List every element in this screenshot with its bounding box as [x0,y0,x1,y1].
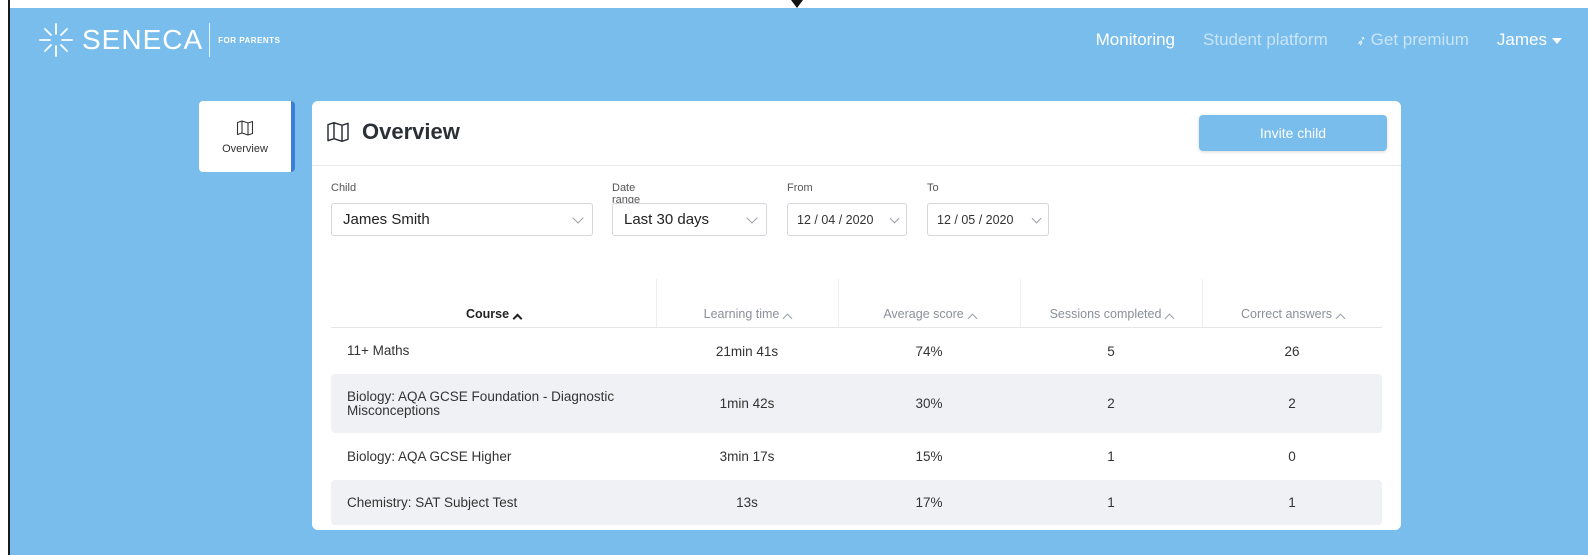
nav-get-premium[interactable]: ➶ Get premium [1353,30,1469,50]
from-label: From [787,182,813,194]
date-range-select[interactable]: Last 30 days [612,203,767,236]
course-cell: 11+ Maths [347,343,410,358]
brand[interactable]: SENECA FOR PARENTS [38,22,280,58]
rocket-icon: ➶ [1353,31,1369,50]
child-select[interactable]: James Smith [331,203,593,236]
user-menu[interactable]: James [1497,30,1562,50]
correct-answers-cell: 2 [1288,396,1296,411]
sessions-cell: 1 [1107,495,1115,510]
average-score-cell: 17% [915,495,943,510]
invite-child-button[interactable]: Invite child [1199,115,1387,151]
course-cell: Biology: AQA GCSE Higher [347,448,512,464]
child-value: James Smith [343,211,430,228]
column-header-label: Learning time [703,307,780,321]
sidebar-item-overview[interactable]: Overview [199,101,295,172]
sort-up-icon [782,313,793,324]
column-header-label: Course [465,307,510,321]
sessions-cell: 1 [1107,449,1115,464]
brand-name: SENECA [82,24,204,55]
overview-card: Overview Invite child Child James Smith … [312,101,1401,530]
average-score-cell: 30% [915,396,943,411]
chevron-down-icon [746,212,758,224]
column-header-correct-answers[interactable]: Correct answers [1202,279,1382,327]
learning-time-cell: 3min 17s [719,449,775,464]
learning-time-cell: 13s [736,495,758,510]
from-filter: From 12 / 04 / 2020 [787,182,907,236]
correct-answers-cell: 1 [1288,495,1296,510]
get-premium-label: Get premium [1370,30,1469,49]
map-icon [327,121,349,143]
column-header-label: Sessions completed [1049,307,1162,321]
course-cell: Biology: AQA GCSE Foundation - Diagnosti… [347,388,615,418]
brand-divider [209,23,211,57]
chevron-down-icon [572,212,584,224]
correct-answers-cell: 26 [1284,343,1300,359]
column-header-label: Average score [883,307,964,321]
correct-answers-cell: 0 [1288,449,1296,464]
top-nav: SENECA FOR PARENTS Monitoring Student pl… [10,8,1588,76]
cursor-caret-icon [791,0,803,8]
date-range-filter: Date range Last 30 days [612,182,767,236]
child-label: Child [331,182,357,194]
to-filter: To 12 / 05 / 2020 [927,182,1049,236]
sessions-cell: 2 [1107,396,1115,411]
caret-down-icon [1552,37,1562,44]
sort-up-icon [1164,313,1175,324]
map-icon [236,119,254,136]
table-row[interactable]: Biology: AQA GCSE Foundation - Diagnosti… [331,374,1382,433]
sidebar-item-label: Overview [222,142,268,155]
child-filter: Child James Smith [331,182,593,236]
learning-time-cell: 1min 42s [719,396,775,411]
page-title: Overview [362,119,460,144]
user-name: James [1496,30,1547,49]
column-header-average-score[interactable]: Average score [838,279,1020,327]
from-date-input[interactable]: 12 / 04 / 2020 [787,203,907,236]
table-row[interactable]: Biology: AQA GCSE Higher 3min 17s 15% 1 … [331,433,1382,480]
column-header-label: Correct answers [1241,307,1332,321]
average-score-cell: 15% [915,449,943,464]
to-label: To [927,182,939,194]
table-row[interactable]: 11+ Maths 21min 41s 74% 5 26 [331,328,1382,374]
from-date-value: 12 / 04 / 2020 [797,212,874,227]
card-header: Overview Invite child [312,101,1401,166]
chevron-down-icon [889,213,900,224]
nav-links: Monitoring Student platform ➶ Get premium… [1068,30,1562,50]
nav-monitoring[interactable]: Monitoring [1096,30,1175,50]
column-header-learning-time[interactable]: Learning time [656,279,838,327]
courses-table: Course Learning time Average score Sessi… [331,279,1382,525]
seneca-logo-icon [39,23,73,57]
to-date-input[interactable]: 12 / 05 / 2020 [927,203,1049,236]
table-header: Course Learning time Average score Sessi… [331,279,1382,328]
sort-up-icon [512,313,523,324]
sort-up-icon [967,313,978,324]
course-cell: Chemistry: SAT Subject Test [347,494,518,510]
average-score-cell: 74% [915,343,943,359]
column-header-course[interactable]: Course [331,279,656,327]
app-background: SENECA FOR PARENTS Monitoring Student pl… [10,8,1588,555]
learning-time-cell: 21min 41s [715,343,779,359]
column-header-sessions-completed[interactable]: Sessions completed [1020,279,1202,327]
chevron-down-icon [1031,213,1042,224]
nav-student-platform[interactable]: Student platform [1203,30,1328,50]
date-range-value: Last 30 days [624,211,710,228]
brand-subtitle: FOR PARENTS [218,35,281,45]
card-title-wrap: Overview [326,119,460,145]
to-date-value: 12 / 05 / 2020 [937,212,1014,227]
sort-up-icon [1335,313,1346,324]
sessions-cell: 5 [1107,343,1115,359]
table-row[interactable]: Chemistry: SAT Subject Test 13s 17% 1 1 [331,480,1382,525]
